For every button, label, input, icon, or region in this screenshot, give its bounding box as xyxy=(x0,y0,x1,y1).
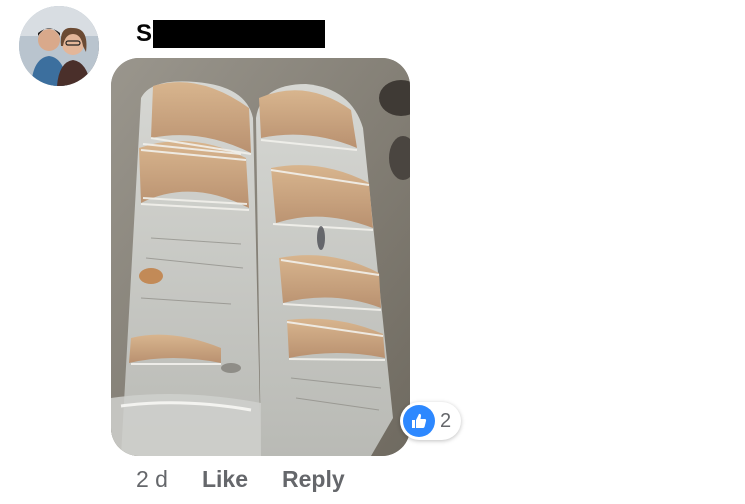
comment-photo[interactable] xyxy=(111,58,410,456)
comment-timestamp[interactable]: 2 d xyxy=(136,466,168,493)
author-initial: S xyxy=(136,20,153,47)
like-button[interactable]: Like xyxy=(202,466,248,493)
profile-photo-icon xyxy=(19,6,99,86)
comment-page: S 2 2 d Like Reply xyxy=(0,0,745,504)
reply-button[interactable]: Reply xyxy=(282,466,345,493)
author-avatar[interactable] xyxy=(19,6,99,86)
reaction-count: 2 xyxy=(440,409,452,432)
reaction-summary[interactable]: 2 xyxy=(400,402,462,440)
comment-actions: 2 d Like Reply xyxy=(136,462,345,496)
author-name[interactable]: S xyxy=(136,18,326,50)
name-redaction-bar xyxy=(153,20,326,48)
thumbs-up-icon xyxy=(403,405,435,437)
photo-icon xyxy=(111,58,410,456)
